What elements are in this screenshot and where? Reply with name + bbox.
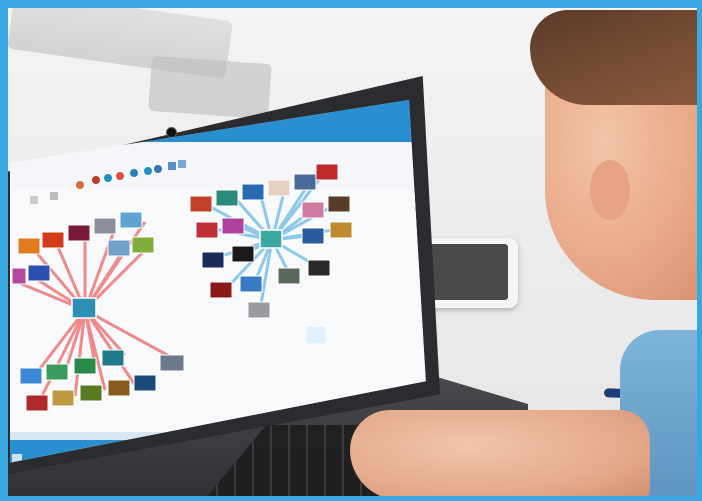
photo-thumbnail[interactable] xyxy=(329,221,353,239)
photo-thumbnail[interactable] xyxy=(131,236,155,254)
pin-icon[interactable] xyxy=(116,172,124,180)
photo-scene xyxy=(0,0,702,501)
background-calculator xyxy=(148,55,272,120)
photo-thumbnail[interactable] xyxy=(119,211,143,229)
photo-thumbnail[interactable] xyxy=(133,374,157,392)
photo-thumbnail[interactable] xyxy=(247,301,271,319)
photo-thumbnail[interactable] xyxy=(327,195,351,213)
photo-thumbnail[interactable] xyxy=(301,227,325,245)
phone-screen xyxy=(428,244,508,300)
grid-icon[interactable] xyxy=(168,162,176,170)
person-hair xyxy=(530,10,702,105)
photo-thumbnail[interactable] xyxy=(301,201,325,219)
share-icon[interactable] xyxy=(50,192,58,200)
photo-thumbnail[interactable] xyxy=(67,224,91,242)
person-hand xyxy=(350,410,650,500)
photo-thumbnail[interactable] xyxy=(107,379,131,397)
webcam-icon xyxy=(166,127,177,138)
ribbon-toolbar xyxy=(30,160,186,204)
photo-thumbnail[interactable] xyxy=(231,245,255,263)
photo-thumbnail[interactable] xyxy=(241,183,265,201)
photo-thumbnail[interactable] xyxy=(79,384,103,402)
image-icon[interactable] xyxy=(178,160,186,168)
home-icon[interactable] xyxy=(76,181,84,189)
settings-icon[interactable] xyxy=(154,165,162,173)
photo-thumbnail[interactable] xyxy=(267,179,291,197)
left-cluster-thumbnails xyxy=(11,211,185,412)
left-hub-photo[interactable] xyxy=(71,297,97,319)
photo-thumbnail[interactable] xyxy=(41,231,65,249)
photo-thumbnail[interactable] xyxy=(93,217,117,235)
photo-thumbnail[interactable] xyxy=(45,363,69,381)
photo-thumbnail[interactable] xyxy=(239,275,263,293)
photo-thumbnail[interactable] xyxy=(107,239,131,257)
photo-thumbnail[interactable] xyxy=(25,394,49,412)
map-icon[interactable] xyxy=(30,196,38,204)
right-hub-photo[interactable] xyxy=(259,229,283,249)
photo-thumbnail[interactable] xyxy=(189,195,213,213)
copy-icon[interactable] xyxy=(92,176,100,184)
photo-thumbnail[interactable] xyxy=(159,354,185,372)
photo-thumbnail[interactable] xyxy=(101,349,125,367)
photo-thumbnail[interactable] xyxy=(195,221,219,239)
photo-thumbnail[interactable] xyxy=(201,251,225,269)
photo-thumbnail[interactable] xyxy=(293,173,317,191)
photo-thumbnail[interactable] xyxy=(51,389,75,407)
photo-thumbnail[interactable] xyxy=(27,264,51,282)
photo-thumbnail[interactable] xyxy=(221,217,245,235)
photo-thumbnail[interactable] xyxy=(215,189,239,207)
photo-thumbnail[interactable] xyxy=(305,325,327,345)
photo-thumbnail[interactable] xyxy=(315,163,339,181)
photo-thumbnail[interactable] xyxy=(209,281,233,299)
photo-thumbnail[interactable] xyxy=(73,357,97,375)
photo-thumbnail[interactable] xyxy=(307,259,331,277)
stop-icon[interactable] xyxy=(130,169,138,177)
palette-icon[interactable] xyxy=(144,167,152,175)
photo-thumbnail[interactable] xyxy=(11,267,27,285)
paste-icon[interactable] xyxy=(104,174,112,182)
person-ear xyxy=(590,160,630,220)
photo-thumbnail[interactable] xyxy=(277,267,301,285)
photo-thumbnail[interactable] xyxy=(17,237,41,255)
photo-thumbnail[interactable] xyxy=(19,367,43,385)
